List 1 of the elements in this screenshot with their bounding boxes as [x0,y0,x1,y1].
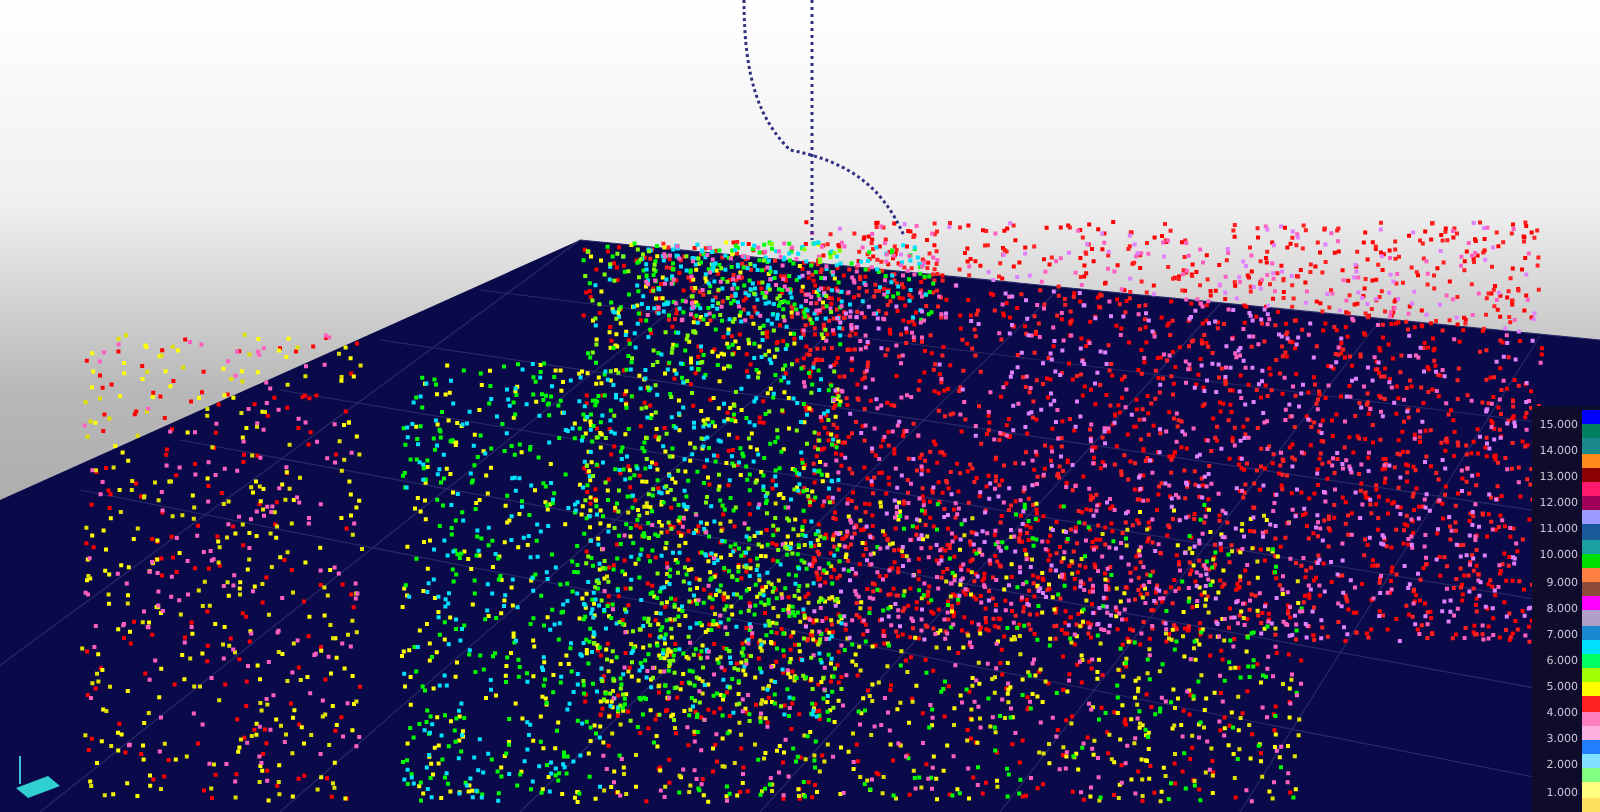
axis-gizmo-icon [16,755,60,798]
